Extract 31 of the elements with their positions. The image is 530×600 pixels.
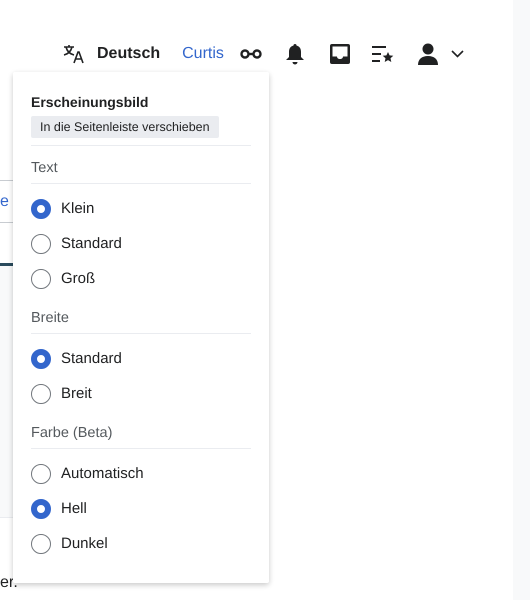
radio-button[interactable] [31, 384, 51, 404]
link-fragment[interactable]: e [0, 192, 9, 210]
user-link[interactable]: Curtis [182, 45, 224, 63]
option-label: Hell [61, 500, 87, 517]
user-avatar-icon[interactable] [418, 43, 438, 65]
group-heading: Farbe (Beta) [31, 425, 114, 441]
menu-title: Erscheinungsbild [31, 94, 150, 110]
group-heading: Breite [31, 310, 70, 326]
inbox-icon[interactable] [330, 44, 350, 64]
bell-icon[interactable] [286, 43, 304, 65]
option-label: Dunkel [61, 535, 108, 552]
option-label: Breit [61, 385, 92, 402]
option-label: Groß [61, 270, 96, 287]
radio-button[interactable] [31, 498, 51, 518]
move-to-sidebar-button[interactable]: In die Seitenleiste verschieben [31, 116, 219, 138]
option-label: Klein [61, 200, 94, 217]
radio-button[interactable] [31, 534, 51, 554]
glasses-icon[interactable] [240, 49, 262, 59]
option-label: Automatisch [61, 465, 144, 482]
translate-icon[interactable] [63, 44, 85, 64]
group-heading: Text [31, 160, 59, 176]
radio-button[interactable] [31, 348, 51, 368]
chevron-down-icon[interactable] [450, 50, 464, 58]
starred-list-icon[interactable] [372, 45, 394, 63]
option-label: Standard [61, 235, 122, 252]
radio-button[interactable] [31, 198, 51, 218]
option-label: Standard [61, 350, 122, 367]
radio-button[interactable] [31, 464, 51, 484]
language-button[interactable]: Deutsch [97, 45, 160, 63]
radio-button[interactable] [31, 234, 51, 254]
radio-button[interactable] [31, 268, 51, 288]
